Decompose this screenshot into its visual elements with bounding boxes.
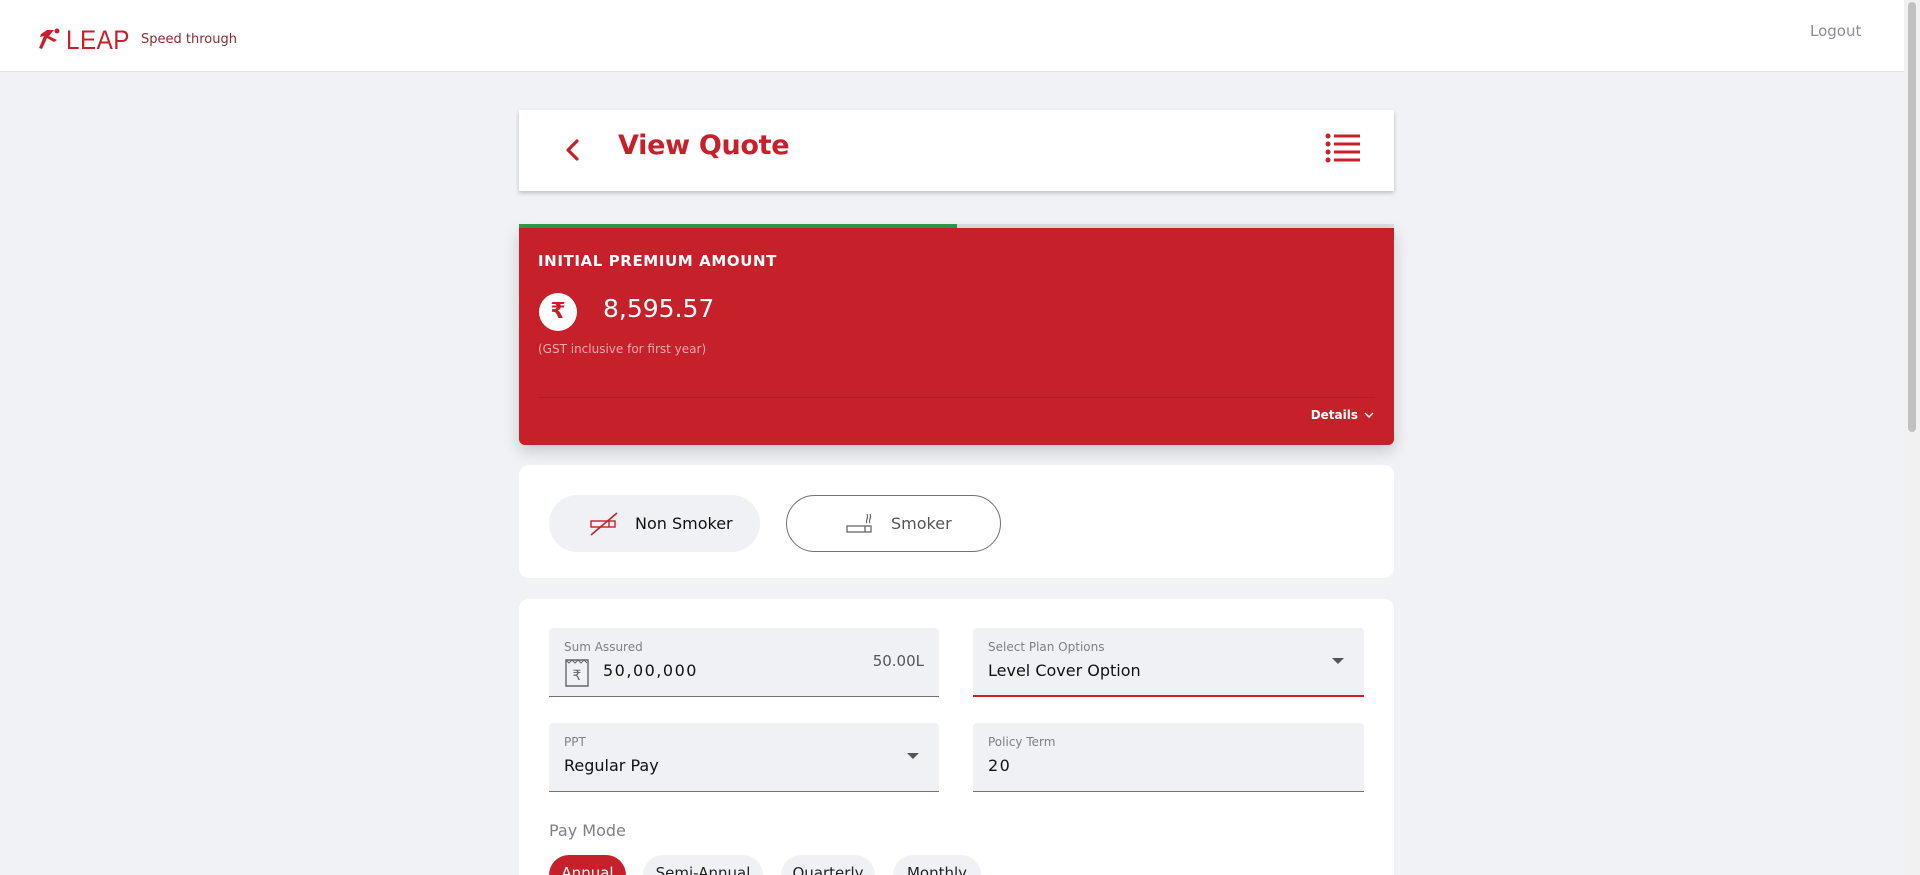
top-bar: LEAP Speed through Logout <box>0 0 1904 72</box>
brand-tagline: Speed through <box>141 32 237 47</box>
pay-mode-monthly[interactable]: Monthly <box>893 855 981 875</box>
runner-icon <box>39 28 60 49</box>
plan-options-value: Level Cover Option <box>988 661 1141 680</box>
back-button[interactable] <box>559 136 587 164</box>
policy-term-label: Policy Term <box>988 735 1056 749</box>
header-card: View Quote <box>519 110 1394 191</box>
sum-assured-label: Sum Assured <box>564 640 643 654</box>
details-label: Details <box>1310 408 1358 422</box>
policy-term-field[interactable]: Policy Term 20 <box>973 723 1364 792</box>
scrollbar-thumb[interactable] <box>1908 2 1916 432</box>
premium-note: (GST inclusive for first year) <box>538 342 707 356</box>
premium-amount: 8,595.57 <box>603 294 715 323</box>
pay-mode-label: Pay Mode <box>549 821 626 840</box>
no-smoking-icon <box>590 511 618 536</box>
dropdown-caret-icon <box>907 753 919 759</box>
sum-assured-value: 50,00,000 <box>603 661 698 680</box>
page-scrollbar[interactable] <box>1904 0 1920 875</box>
menu-button[interactable] <box>1325 132 1361 164</box>
plan-options-select[interactable]: Select Plan Options Level Cover Option <box>973 628 1364 697</box>
leap-logo[interactable]: LEAP <box>38 25 137 55</box>
premium-divider <box>538 397 1375 398</box>
ppt-select[interactable]: PPT Regular Pay <box>549 723 939 792</box>
non-smoker-label: Non Smoker <box>635 514 733 533</box>
rupee-receipt-icon: ₹ <box>565 659 589 687</box>
smoker-card: Non Smoker Smoker <box>519 465 1394 578</box>
sum-assured-field[interactable]: Sum Assured ₹ 50,00,000 50.00L <box>549 628 939 697</box>
smoker-option[interactable]: Smoker <box>786 495 1001 552</box>
sum-assured-short: 50.00L <box>872 652 924 670</box>
chevron-down-icon <box>1364 412 1374 418</box>
plan-options-label: Select Plan Options <box>988 640 1105 654</box>
premium-card: INITIAL PREMIUM AMOUNT ₹ 8,595.57 (GST i… <box>519 228 1394 445</box>
ppt-label: PPT <box>564 735 586 749</box>
brand-name: LEAP <box>66 25 130 55</box>
page-title: View Quote <box>618 130 790 161</box>
pay-mode-semi-annual[interactable]: Semi-Annual <box>643 855 763 875</box>
policy-term-value: 20 <box>988 756 1012 775</box>
logout-link[interactable]: Logout <box>1810 22 1861 40</box>
rupee-icon: ₹ <box>539 293 577 331</box>
premium-label: INITIAL PREMIUM AMOUNT <box>538 252 777 270</box>
details-toggle[interactable]: Details <box>1311 408 1374 422</box>
chevron-left-icon <box>566 139 579 161</box>
quote-form-card: Sum Assured ₹ 50,00,000 50.00L Select Pl… <box>519 599 1394 875</box>
ppt-value: Regular Pay <box>564 756 659 775</box>
cigarette-icon <box>846 513 872 533</box>
non-smoker-option[interactable]: Non Smoker <box>549 495 760 552</box>
svg-text:₹: ₹ <box>573 668 582 684</box>
pay-mode-annual[interactable]: Annual <box>549 855 626 875</box>
list-menu-icon <box>1325 133 1360 163</box>
smoker-label: Smoker <box>891 514 952 533</box>
dropdown-caret-icon <box>1332 658 1344 664</box>
pay-mode-quarterly[interactable]: Quarterly <box>781 855 875 875</box>
